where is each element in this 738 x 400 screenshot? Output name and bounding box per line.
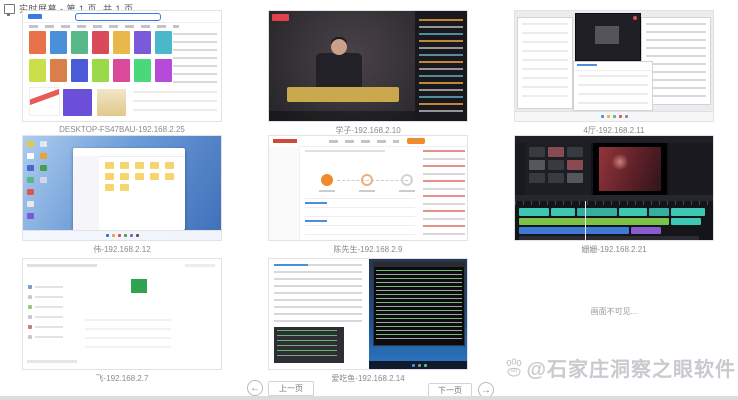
screen-thumbnail-7[interactable] bbox=[22, 258, 222, 370]
green-block bbox=[131, 279, 147, 293]
screen-tile: 学子-192.168.2.10 bbox=[268, 10, 468, 136]
step-circle bbox=[401, 174, 413, 186]
bottom-edge bbox=[0, 396, 738, 400]
screen-thumbnail-9-empty: 画面不可见... bbox=[514, 258, 714, 370]
tile-label: 伟-192.168.2.12 bbox=[22, 244, 222, 255]
folder-grid bbox=[105, 162, 181, 222]
step-circle bbox=[361, 174, 373, 186]
screen-thumbnail-2[interactable] bbox=[268, 10, 468, 122]
tile-label: DESKTOP-FS47BAU-192.168.2.25 bbox=[22, 125, 222, 134]
timeline-track bbox=[519, 218, 701, 225]
prev-page-button[interactable]: ← bbox=[247, 380, 263, 396]
live-screens-page: 实时屏幕 - 第 1 页, 共 1 页 bbox=[0, 0, 738, 400]
live-badge bbox=[272, 14, 289, 21]
tile-label: 姗姗-192.168.2.21 bbox=[514, 244, 714, 255]
screen-thumbnail-5[interactable] bbox=[268, 135, 468, 241]
poster-thumbnail bbox=[63, 89, 92, 116]
desktop-icons bbox=[27, 141, 34, 219]
timeline-track bbox=[519, 227, 661, 234]
notice-panel bbox=[423, 150, 465, 238]
screen-thumbnail-6[interactable] bbox=[514, 135, 714, 241]
step-circle bbox=[321, 174, 333, 186]
timeline-track bbox=[519, 208, 705, 216]
screen-thumbnail-3[interactable] bbox=[514, 10, 714, 122]
app-window bbox=[573, 61, 653, 111]
taskbar bbox=[23, 230, 221, 240]
screen-tile: 爱吃鱼-192.168.2.14 bbox=[268, 258, 468, 384]
person-figure bbox=[331, 39, 347, 55]
arrow-right-icon: → bbox=[481, 385, 491, 396]
screen-thumbnail-4[interactable] bbox=[22, 135, 222, 241]
prev-page-label-button[interactable]: 上一页 bbox=[268, 381, 314, 396]
arrow-left-icon: ← bbox=[250, 383, 260, 394]
screen-tile: 画面不可见... bbox=[514, 258, 714, 373]
screen-tile: 4厅-192.168.2.11 bbox=[514, 10, 714, 136]
poster-thumbnail bbox=[97, 89, 126, 116]
tile-label: 陈先生-192.168.2.9 bbox=[268, 244, 468, 255]
playhead bbox=[585, 201, 586, 241]
screen-tile: 姗姗-192.168.2.21 bbox=[514, 135, 714, 255]
doc-covers-row bbox=[29, 59, 172, 82]
screen-tile: DESKTOP-FS47BAU-192.168.2.25 bbox=[22, 10, 222, 134]
screen-thumbnail-8[interactable] bbox=[268, 258, 468, 370]
screen-tile: 伟-192.168.2.12 bbox=[22, 135, 222, 255]
app-window bbox=[517, 17, 573, 109]
monitor-icon bbox=[4, 4, 15, 14]
poster-thumbnail bbox=[29, 87, 60, 116]
doc-covers-row bbox=[29, 31, 172, 54]
screen-tile: 陈先生-192.168.2.9 bbox=[268, 135, 468, 255]
screen-tile: 飞-192.168.2.7 bbox=[22, 258, 222, 384]
screen-thumbnail-1[interactable] bbox=[22, 10, 222, 122]
screen-unavailable-message: 画面不可见... bbox=[514, 306, 714, 317]
tile-label: 飞-192.168.2.7 bbox=[22, 373, 222, 384]
desktop-icons bbox=[40, 141, 47, 183]
list-items bbox=[28, 285, 63, 345]
